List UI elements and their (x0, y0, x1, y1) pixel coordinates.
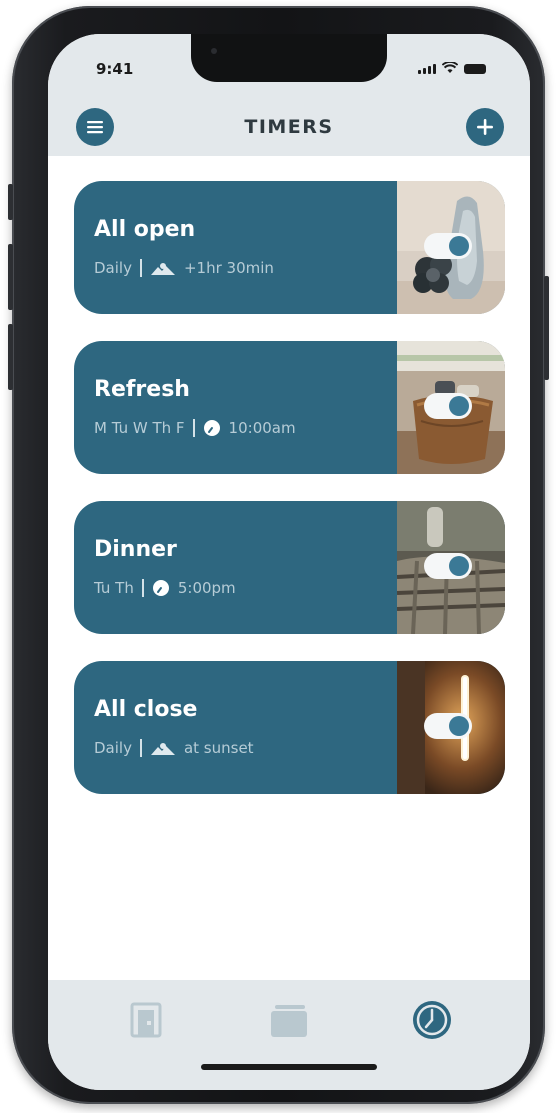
tab-timers[interactable] (412, 1000, 452, 1040)
timer-card[interactable]: All open Daily +1hr 30min (74, 181, 505, 314)
timer-time: 10:00am (228, 419, 296, 437)
separator (139, 739, 142, 757)
power-button (544, 276, 549, 380)
timer-toggle[interactable] (424, 713, 472, 739)
timer-card[interactable]: Refresh M Tu W Th F 10:00am (74, 341, 505, 474)
scene-cards-icon (271, 1005, 307, 1037)
mute-switch (8, 184, 13, 220)
add-timer-button[interactable] (466, 108, 504, 146)
timer-days: Daily (94, 259, 132, 277)
cellular-signal-icon (418, 64, 436, 74)
timer-days: Daily (94, 739, 132, 757)
bottom-tab-bar (48, 980, 530, 1090)
status-time: 9:41 (96, 60, 134, 78)
battery-icon (464, 64, 486, 74)
timer-schedule: Tu Th 5:00pm (94, 579, 236, 597)
timer-schedule: Daily +1hr 30min (94, 259, 274, 277)
toggle-knob (449, 236, 469, 256)
timer-card[interactable]: All close Daily at sunset (74, 661, 505, 794)
toggle-knob (449, 556, 469, 576)
separator (141, 579, 144, 597)
phone-frame: 9:41 TIMERS All open Daily +1hr 30min Re… (8, 6, 549, 1104)
timer-time: 5:00pm (177, 579, 236, 597)
phone-screen: 9:41 TIMERS All open Daily +1hr 30min Re… (48, 34, 530, 1090)
home-indicator (201, 1064, 377, 1070)
timer-toggle[interactable] (424, 393, 472, 419)
clock-icon (203, 420, 220, 436)
timer-schedule: M Tu W Th F 10:00am (94, 419, 296, 437)
clock-icon (152, 580, 169, 596)
notch (191, 34, 387, 82)
volume-up-button (8, 244, 13, 310)
timer-name: Dinner (94, 537, 177, 562)
timer-card[interactable]: Dinner Tu Th 5:00pm (74, 501, 505, 634)
separator (192, 419, 195, 437)
timer-time: +1hr 30min (183, 259, 274, 277)
timer-name: All open (94, 217, 196, 242)
timer-name: All close (94, 697, 198, 722)
timer-toggle[interactable] (424, 233, 472, 259)
status-icons (418, 62, 486, 74)
room-door-icon (130, 1002, 162, 1038)
sunrise-icon (150, 263, 175, 275)
timer-name: Refresh (94, 377, 190, 402)
timer-days: M Tu W Th F (94, 419, 185, 437)
timer-days: Tu Th (94, 579, 134, 597)
toggle-knob (449, 716, 469, 736)
plus-icon (477, 119, 493, 135)
tab-rooms[interactable] (126, 1000, 166, 1040)
volume-down-button (8, 324, 13, 390)
separator (139, 259, 142, 277)
timer-toggle[interactable] (424, 553, 472, 579)
sunset-icon (150, 743, 175, 755)
toggle-knob (449, 396, 469, 416)
timer-schedule: Daily at sunset (94, 739, 254, 757)
page-title: TIMERS (244, 116, 334, 138)
clock-icon (413, 1001, 451, 1039)
tab-scenes[interactable] (269, 1000, 309, 1040)
timer-time: at sunset (183, 739, 254, 757)
wifi-icon (442, 62, 458, 73)
